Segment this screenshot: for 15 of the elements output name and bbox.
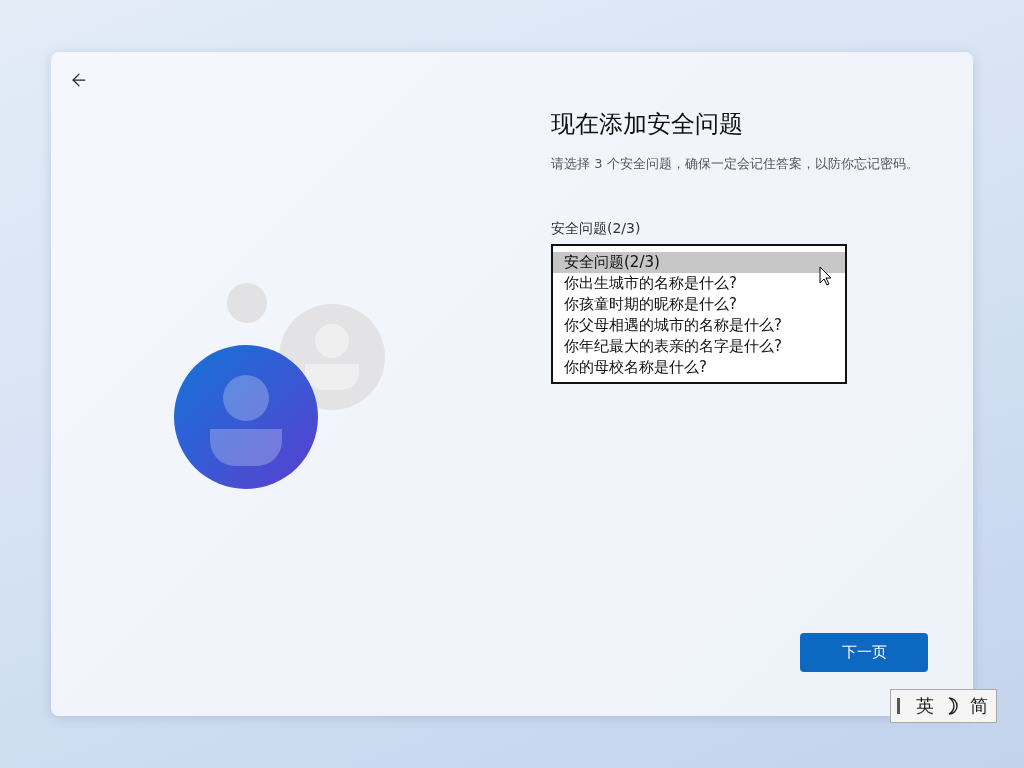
input-mode-toggle[interactable]: 英 [916, 694, 934, 718]
next-button[interactable]: 下一页 [800, 633, 928, 672]
page-title: 现在添加安全问题 [551, 109, 743, 140]
dropdown-option[interactable]: 你孩童时期的昵称是什么? [553, 294, 845, 315]
field-label: 安全问题(2/3) [551, 220, 641, 238]
question-dropdown-list[interactable]: 安全问题(2/3) 你出生城市的名称是什么? 你孩童时期的昵称是什么? 你父母相遇的城市的名称是什么? 你年纪最大的表亲的名字是什么? 你的母校名称是什么? [551, 244, 847, 384]
dropdown-option[interactable]: 安全问题(2/3) [553, 252, 845, 273]
script-toggle[interactable]: 简 [970, 694, 988, 718]
dropdown-option[interactable]: 你出生城市的名称是什么? [553, 273, 845, 294]
grip-icon[interactable] [897, 698, 900, 714]
dropdown-option[interactable]: 你父母相遇的城市的名称是什么? [553, 315, 845, 336]
mouse-pointer-icon [819, 266, 833, 286]
description-text: 请选择 3 个安全问题，确保一定会记住答案，以防你忘记密码。 [551, 155, 920, 173]
dropdown-option[interactable]: 你的母校名称是什么? [553, 357, 845, 378]
dropdown-option[interactable]: 你年纪最大的表亲的名字是什么? [553, 336, 845, 357]
